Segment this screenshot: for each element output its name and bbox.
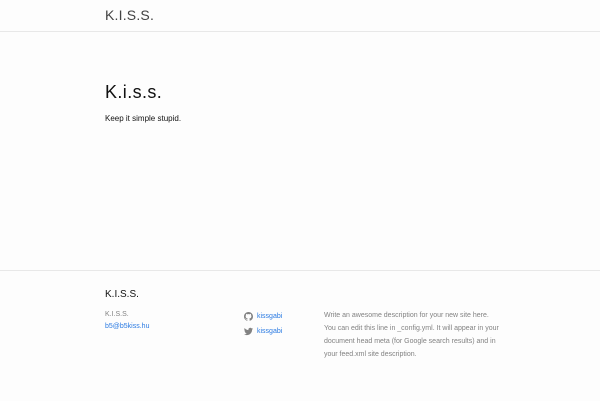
page-title: K.i.s.s. [105,82,163,102]
footer-heading: K.I.S.S. [105,289,139,300]
twitter-username[interactable]: kissgabi [257,326,282,338]
twitter-icon [244,327,253,336]
github-username[interactable]: kissgabi [257,311,282,323]
github-link[interactable]: kissgabi [244,309,282,324]
footer-contact-column: K.I.S.S. b5@b5kiss.hu [105,309,149,333]
footer-social-column: kissgabi kissgabi [244,309,282,339]
footer-site-name: K.I.S.S. [105,311,129,318]
github-icon [244,312,253,321]
page-text: Keep it simple stupid. [105,114,182,123]
footer-email-link[interactable]: b5@b5kiss.hu [105,321,149,333]
site-title-link[interactable]: K.I.S.S. [105,7,154,23]
site-footer: K.I.S.S. K.I.S.S. b5@b5kiss.hu kissgabi … [0,270,600,401]
footer-description: Write an awesome description for your ne… [324,312,499,358]
twitter-link[interactable]: kissgabi [244,324,282,339]
site-header: K.I.S.S. [0,0,600,32]
page-content: K.i.s.s. Keep it simple stupid. [0,32,600,270]
